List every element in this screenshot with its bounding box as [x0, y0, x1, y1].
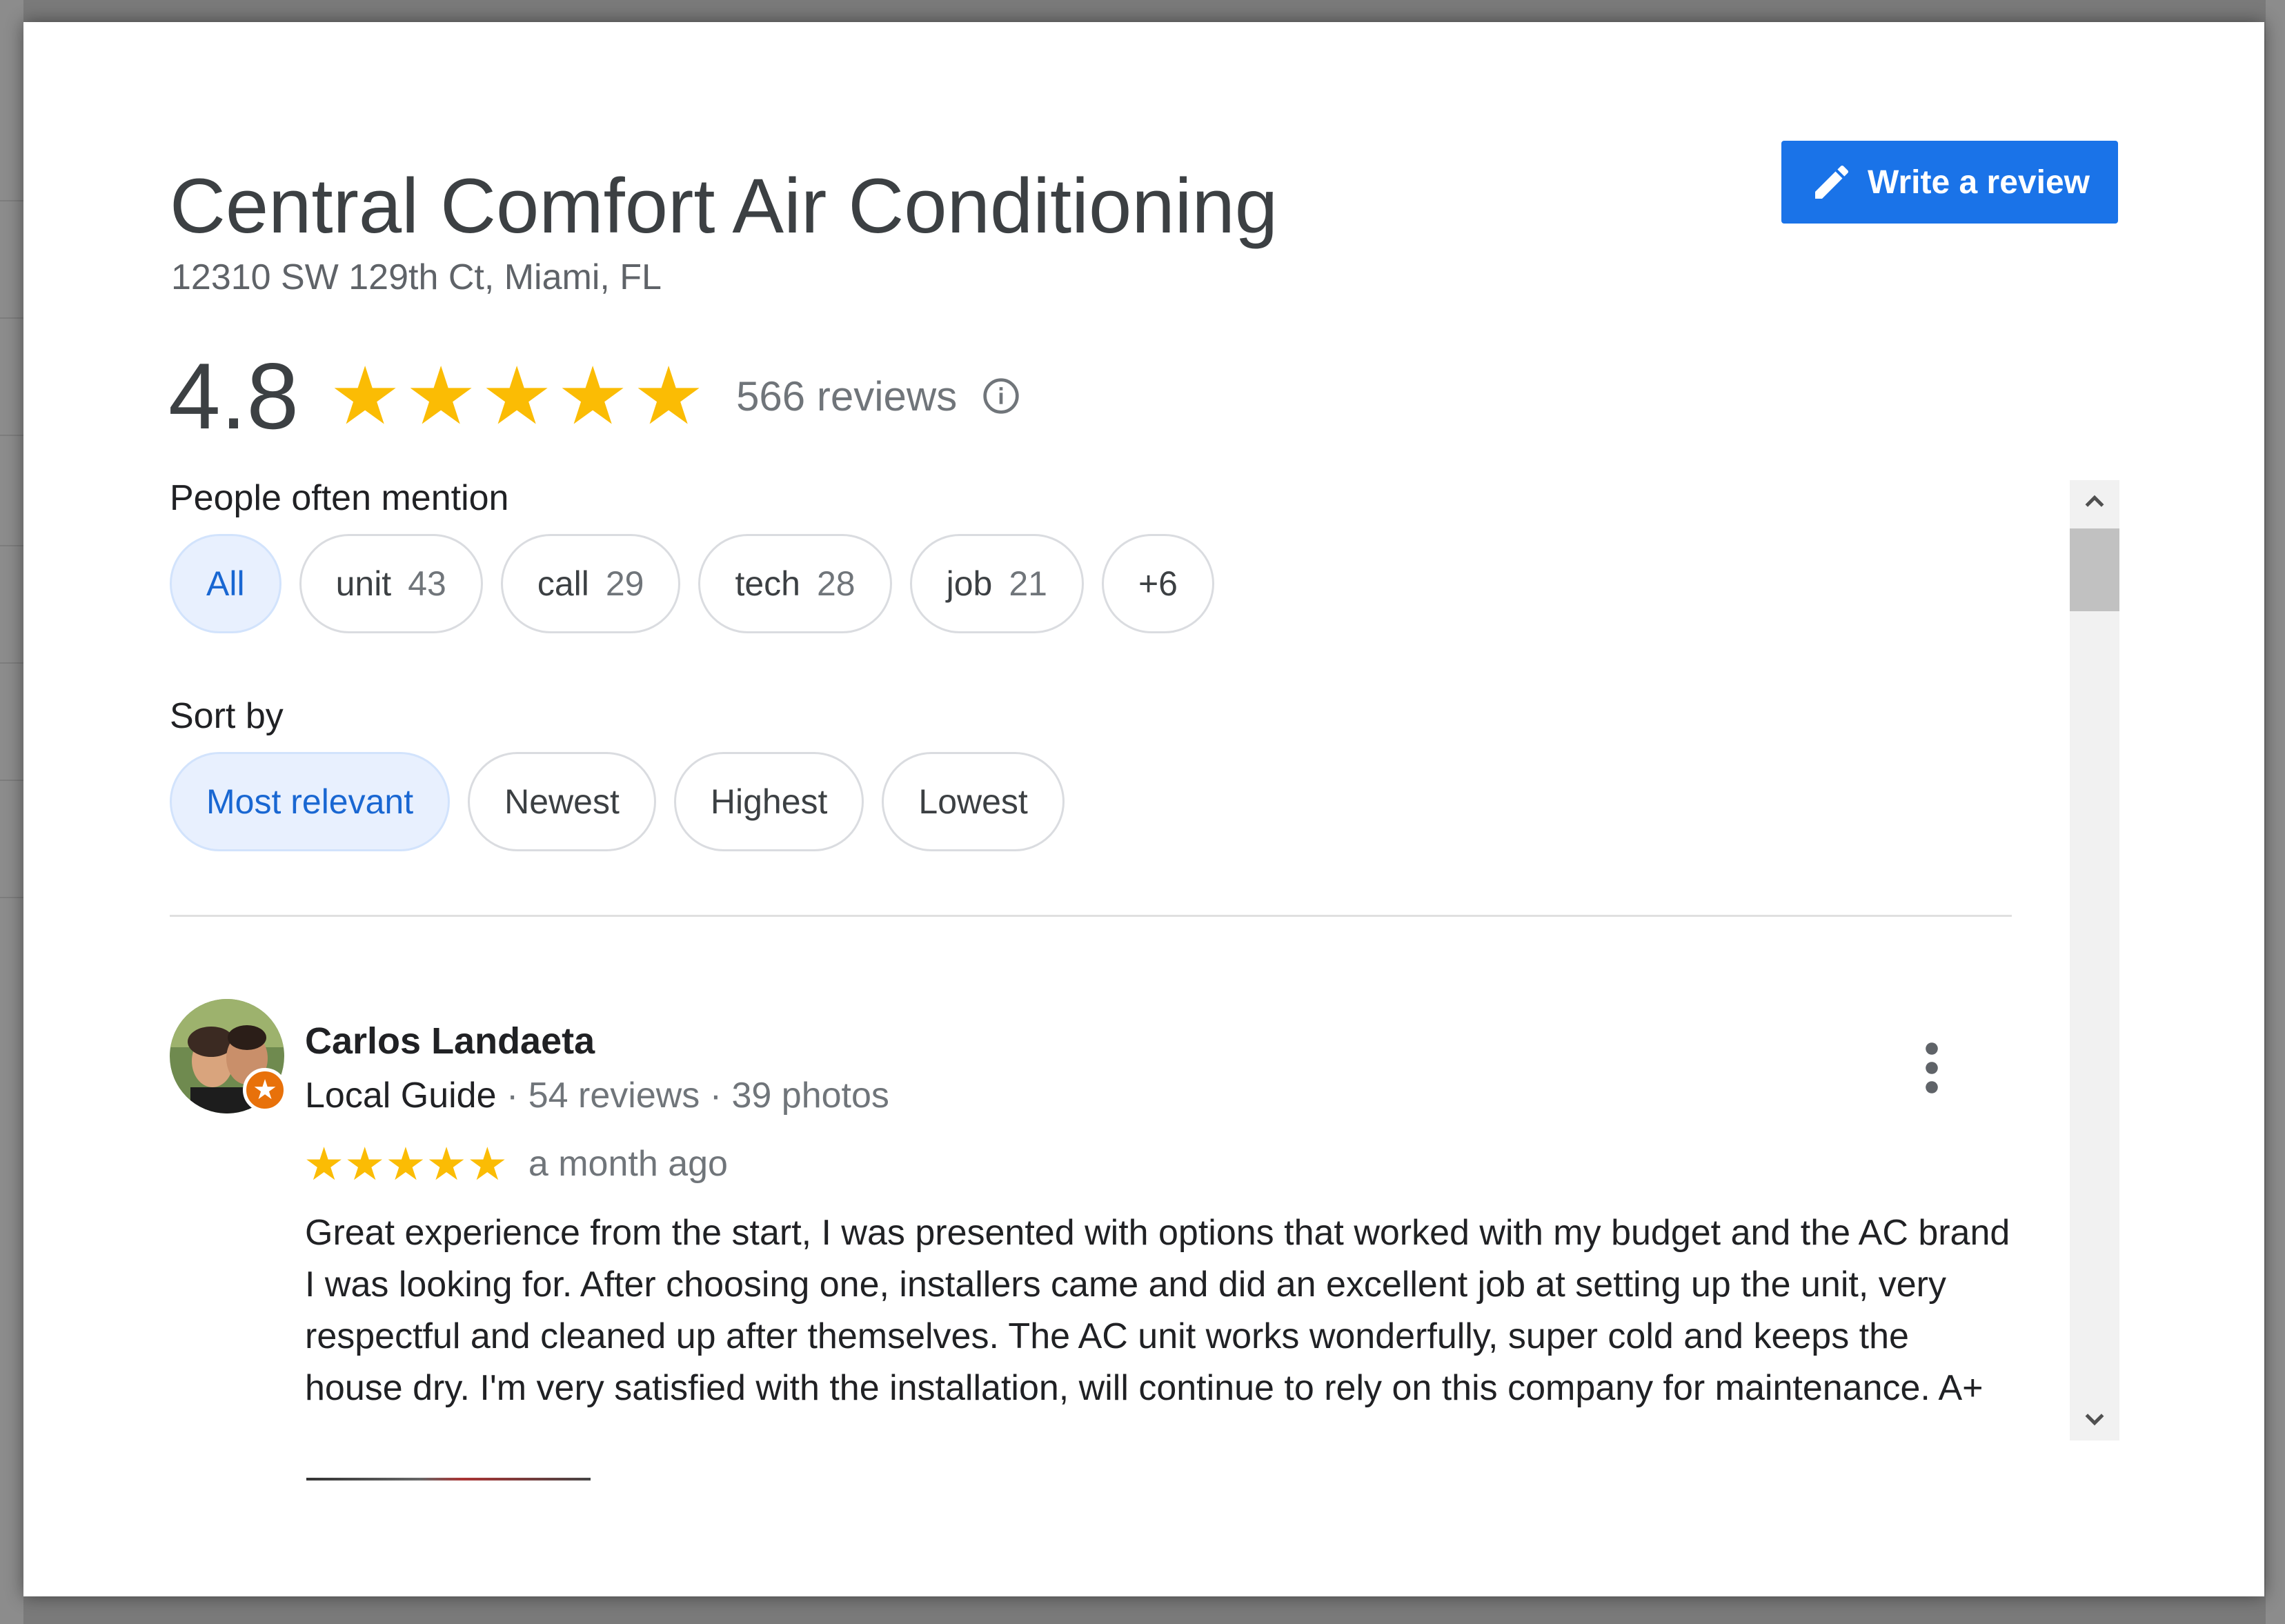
sort-chip-most-relevant[interactable]: Most relevant	[170, 752, 451, 851]
review-count: 566 reviews	[736, 373, 958, 419]
info-icon[interactable]	[982, 377, 1020, 415]
write-review-button[interactable]: Write a review	[1781, 141, 2118, 224]
chevron-down-icon[interactable]	[2070, 1396, 2119, 1440]
mention-chip-job[interactable]: job 21	[909, 534, 1084, 633]
scrollbar-thumb[interactable]	[2070, 528, 2119, 611]
local-guide-label: Local Guide	[305, 1076, 497, 1116]
business-title: Central Comfort Air Conditioning	[170, 163, 1278, 249]
mention-chip-more[interactable]: +6	[1101, 534, 1214, 633]
star-icon: ★	[405, 351, 477, 441]
write-review-label: Write a review	[1868, 164, 2090, 201]
reviewer-name[interactable]: Carlos Landaeta	[305, 1020, 595, 1062]
review-photo-strip[interactable]	[306, 1478, 591, 1481]
mention-chip-unit[interactable]: unit 43	[299, 534, 483, 633]
star-icon: ★	[344, 1138, 386, 1189]
review-text: Great experience from the start, I was p…	[305, 1213, 2010, 1408]
business-address: 12310 SW 129th Ct, Miami, FL	[171, 257, 662, 297]
sort-chips: Most relevant Newest Highest Lowest	[170, 752, 1065, 851]
reviewer-avatar[interactable]: ★	[170, 999, 287, 1113]
reviewer-photo-count: · 39 photos	[709, 1076, 889, 1116]
mentions-chips: All unit 43 call 29 tech 28 job 21 +6	[170, 534, 1214, 633]
sort-chip-highest[interactable]: Highest	[673, 752, 864, 851]
star-icon: ★	[304, 1138, 345, 1189]
review-time: a month ago	[528, 1144, 728, 1184]
star-icon: ★	[557, 351, 629, 441]
background-page-left-edge	[0, 0, 23, 1624]
reviewer-review-count: · 54 reviews	[506, 1076, 700, 1116]
mention-chip-tech[interactable]: tech 28	[698, 534, 892, 633]
sort-chip-lowest[interactable]: Lowest	[882, 752, 1065, 851]
mention-chip-all[interactable]: All	[170, 534, 281, 633]
pencil-icon	[1815, 165, 1849, 199]
rating-stars: ★ ★ ★ ★ ★	[329, 356, 704, 436]
sort-label: Sort by	[170, 696, 284, 736]
background-page-right-edge	[2266, 0, 2285, 1624]
star-icon: ★	[329, 351, 402, 441]
review-list-scrollbar[interactable]	[2070, 480, 2119, 1440]
star-icon: ★	[481, 351, 553, 441]
rating-value: 4.8	[168, 344, 299, 448]
reviews-dialog: Central Comfort Air Conditioning 12310 S…	[23, 22, 2264, 1596]
star-icon: ★	[385, 1138, 426, 1189]
section-divider	[170, 915, 2012, 917]
mentions-label: People often mention	[170, 478, 509, 518]
star-icon: ★	[466, 1138, 508, 1189]
sort-chip-newest[interactable]: Newest	[468, 752, 656, 851]
mention-chip-call[interactable]: call 29	[500, 534, 681, 633]
chevron-up-icon[interactable]	[2070, 480, 2119, 524]
review-rating: ★ ★ ★ ★ ★ a month ago	[304, 1141, 728, 1187]
local-guide-badge-icon: ★	[243, 1068, 287, 1112]
more-vert-icon[interactable]	[1915, 1040, 1948, 1096]
star-icon: ★	[426, 1138, 467, 1189]
rating-summary: 4.8 ★ ★ ★ ★ ★ 566 reviews	[168, 341, 1020, 451]
star-icon: ★	[633, 351, 705, 441]
reviewer-meta: Local Guide · 54 reviews · 39 photos	[305, 1075, 889, 1116]
